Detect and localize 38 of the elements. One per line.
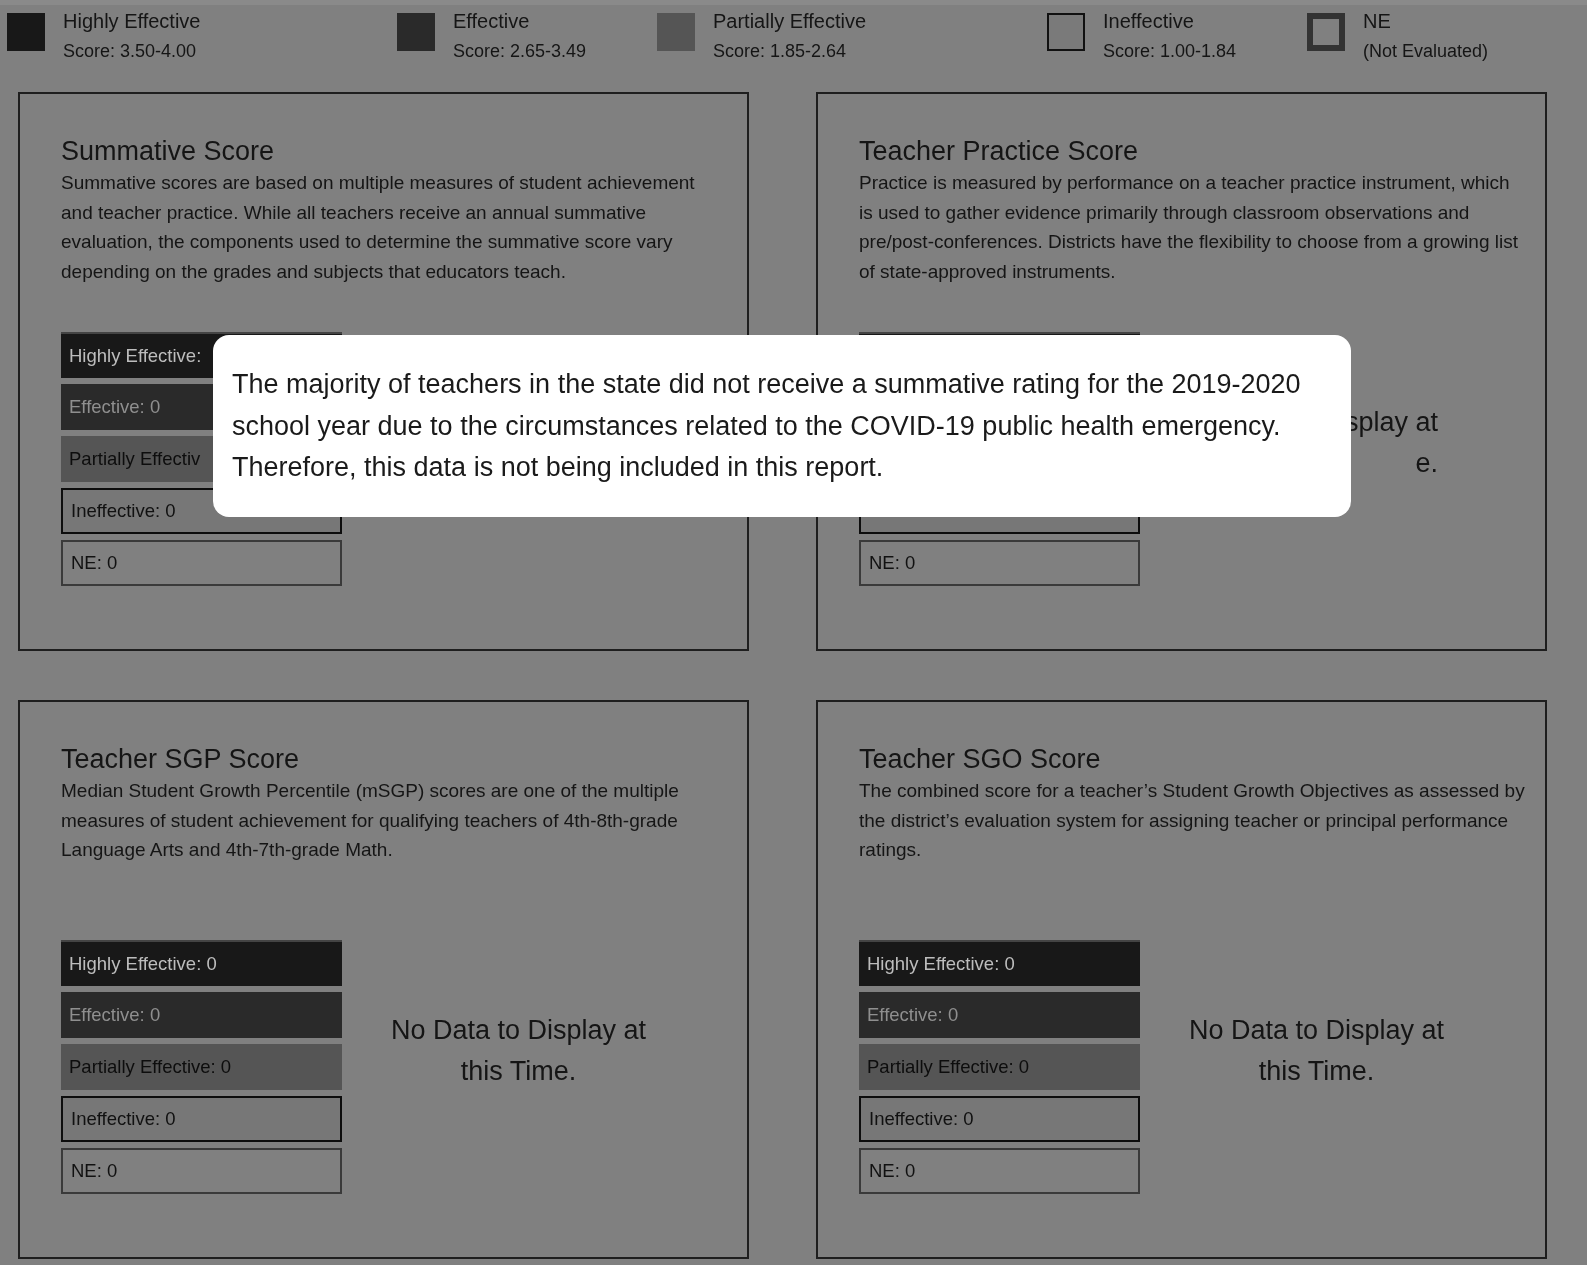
legend-label: Effective [453, 9, 531, 33]
legend-range: Score: 1.85-2.64 [713, 40, 848, 63]
rating-bar: Effective: 0 [61, 992, 342, 1038]
legend-swatch [7, 13, 45, 51]
legend-range: Score: 1.00-1.84 [1103, 40, 1237, 63]
rating-bar: Partially Effective: 0 [61, 1044, 342, 1090]
card-title: Summative Score [61, 135, 276, 168]
rating-bar: Partially Effective: 0 [859, 1044, 1140, 1090]
legend-swatch [1047, 13, 1085, 51]
legend-label: Highly Effective [63, 9, 201, 33]
card-title: Teacher SGO Score [859, 743, 1102, 776]
rating-bar: NE: 0 [859, 1148, 1140, 1194]
rating-bar: NE: 0 [61, 1148, 342, 1194]
legend-label: Ineffective [1103, 9, 1195, 33]
legend-range: (Not Evaluated) [1363, 40, 1489, 63]
rating-bar: Ineffective: 0 [859, 1096, 1140, 1142]
rating-bar: NE: 0 [859, 540, 1140, 586]
legend-swatch [397, 13, 435, 51]
legend-swatch [1307, 13, 1345, 51]
card-title: Teacher SGP Score [61, 743, 301, 776]
no-data-message: No Data to Display at this Time. [1188, 1014, 1445, 1088]
legend-label: NE [1363, 9, 1392, 33]
legend-swatch [657, 13, 695, 51]
rating-bar: Highly Effective: 0 [859, 940, 1140, 986]
no-data-message: No Data to Display at this Time. [390, 1014, 647, 1088]
card-title: Teacher Practice Score [859, 135, 1140, 168]
card-description: The combined score for a teacher’s Student Growth Objectives as assessed by the district’s evaluation system for assigning teacher or principal performance ratings. [859, 779, 1526, 862]
rating-bar: Effective: 0 [859, 992, 1140, 1038]
rating-bar: Ineffective: 0 [61, 1096, 342, 1142]
card-description: Practice is measured by performance on a teacher practice instrument, which is used to gather evidence primarily through classroom observations and pre/post-conferences. Districts have the flexibility to choose from a growing list of state-approved instruments. [859, 171, 1519, 284]
card-description: Median Student Growth Percentile (mSGP) scores are one of the multiple measures of student achievement for qualifying teachers of 4th-8th-grade Language Arts and 4th-7th-grade Math. [61, 779, 680, 862]
legend-range: Score: 3.50-4.00 [63, 40, 198, 63]
rating-bar: NE: 0 [61, 540, 342, 586]
notice-popup: The majority of teachers in the state did not receive a summative rating for the 2019-2020 school year due to the circumstances related to the COVID-19 public health emergency. Therefore, this data is not being included in this report. [213, 335, 1351, 517]
legend-range: Score: 2.65-3.49 [453, 40, 587, 63]
card-description: Summative scores are based on multiple measures of student achievement and teacher practice. While all teachers receive an annual summative evaluation, the components used to determine the summative score vary depending on the grades and subjects that educators teach. [61, 171, 696, 284]
rating-bar: Highly Effective: 0 [61, 940, 342, 986]
legend-label: Partially Effective [713, 9, 867, 33]
